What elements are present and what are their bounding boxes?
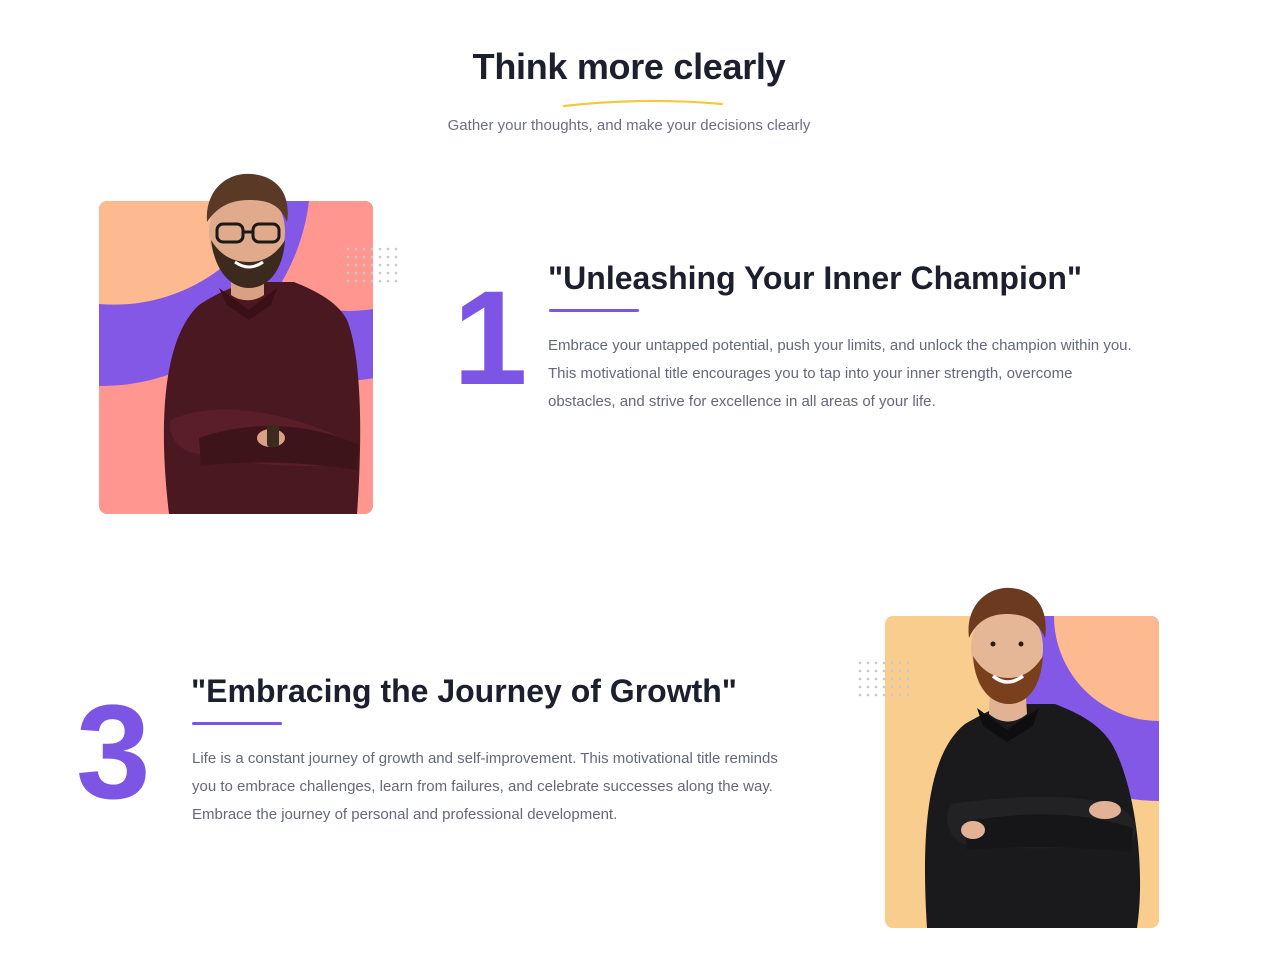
dot-grid-decoration <box>346 247 398 283</box>
feature-3-description: Life is a constant journey of growth and… <box>192 750 778 823</box>
feature-1-number: 1 <box>453 264 528 413</box>
feature-3-image <box>855 584 1160 929</box>
section-subtitle: Gather your thoughts, and make your deci… <box>447 117 811 134</box>
man-beard-portrait-icon <box>924 587 1141 928</box>
feature-1-title: "Unleashing Your Inner Champion" <box>548 260 1083 296</box>
feature-1-image <box>99 170 419 515</box>
feature-3-number: 3 <box>76 678 151 827</box>
section-title: Think more clearly <box>472 46 786 87</box>
title-underline-decoration <box>562 99 724 108</box>
feature-3-title-rule <box>192 722 282 725</box>
man-glasses-portrait-icon <box>163 173 361 514</box>
dot-grid-decoration <box>858 661 910 697</box>
feature-1-description: Embrace your untapped potential, push yo… <box>548 337 1132 410</box>
feature-3-title: "Embracing the Journey of Growth" <box>191 673 737 709</box>
feature-1-title-rule <box>549 309 639 312</box>
page: Think more clearly Gather your thoughts,… <box>0 0 1264 962</box>
